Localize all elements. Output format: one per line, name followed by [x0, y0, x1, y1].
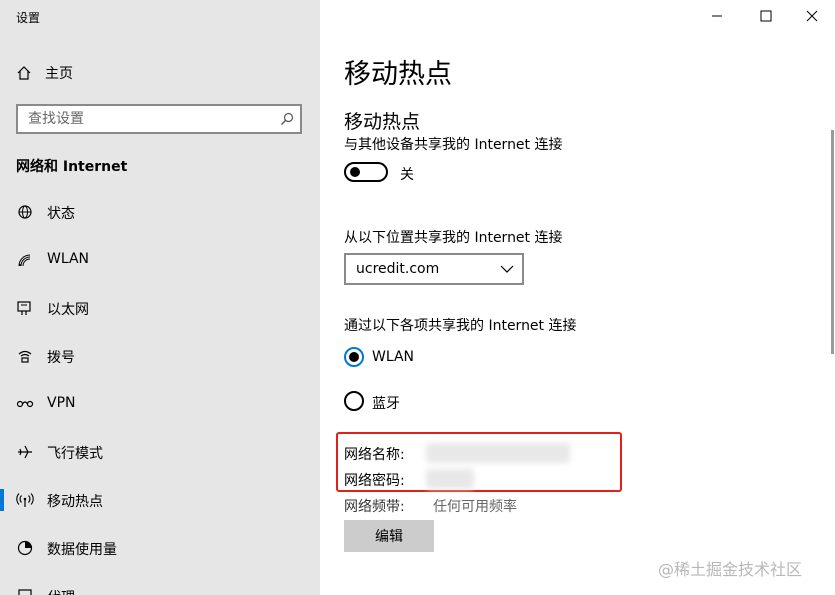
home-label: 主页	[45, 66, 73, 82]
chevron-down-icon	[500, 265, 514, 273]
toggle-state-label: 关	[400, 167, 414, 183]
main-panel: 移动热点 移动热点 与其他设备共享我的 Internet 连接 关 从以下位置共…	[320, 0, 835, 595]
sidebar-item-data-usage[interactable]: 数据使用量	[0, 528, 320, 568]
airplane-icon	[18, 445, 32, 459]
network-name-label: 网络名称:	[344, 447, 405, 463]
search-input[interactable]	[18, 106, 268, 132]
hotspot-toggle[interactable]	[344, 162, 388, 182]
sidebar-item-vpn[interactable]: VPN	[0, 384, 320, 424]
vpn-icon	[16, 400, 34, 408]
status-icon	[18, 205, 32, 219]
share-from-dropdown[interactable]: ucredit.com	[344, 253, 524, 285]
sidebar-item-label: 移动热点	[47, 494, 103, 510]
home-nav-item[interactable]: 主页	[16, 62, 73, 84]
sidebar-item-label: 状态	[47, 206, 75, 222]
sidebar-item-dialup[interactable]: 拨号	[0, 336, 320, 376]
sidebar-item-ethernet[interactable]: 以太网	[0, 288, 320, 328]
wlan-icon	[18, 254, 31, 267]
radio-wlan[interactable]	[344, 347, 364, 367]
toggle-knob	[350, 167, 360, 177]
sidebar-item-label: 以太网	[47, 302, 89, 318]
close-icon[interactable]	[802, 6, 822, 26]
radio-label-wlan: WLAN	[372, 349, 415, 365]
radio-bluetooth[interactable]	[344, 391, 364, 411]
scrollbar[interactable]	[831, 130, 834, 354]
sidebar-item-label: VPN	[47, 395, 76, 411]
network-password-value-redacted	[426, 469, 474, 489]
sidebar-item-label: 数据使用量	[47, 542, 117, 558]
sidebar-item-wlan[interactable]: WLAN	[0, 240, 320, 280]
band-value: 任何可用频率	[433, 499, 517, 515]
sidebar-item-label: WLAN	[47, 251, 90, 267]
sidebar-item-status[interactable]: 状态	[0, 192, 320, 232]
maximize-icon[interactable]	[756, 6, 776, 26]
sidebar-item-label: 拨号	[47, 350, 75, 366]
radio-dot	[349, 352, 359, 362]
dropdown-value: ucredit.com	[356, 261, 440, 277]
section-heading: 网络和 Internet	[16, 159, 128, 175]
page-title: 移动热点	[344, 59, 452, 90]
sidebar-item-hotspot[interactable]: 移动热点	[0, 480, 320, 520]
dialup-icon	[18, 350, 32, 363]
watermark: @稀土掘金技术社区	[658, 560, 803, 579]
sidebar-item-airplane[interactable]: 飞行模式	[0, 432, 320, 472]
sidebar-item-label: 代理	[47, 587, 75, 595]
sidebar-item-proxy[interactable]: 代理	[0, 576, 320, 595]
proxy-icon	[18, 589, 32, 595]
band-label: 网络频带:	[344, 499, 405, 515]
window-title: 设置	[16, 11, 41, 25]
share-description: 与其他设备共享我的 Internet 连接	[344, 137, 563, 153]
section-subtitle: 移动热点	[344, 111, 421, 133]
sidebar-item-label: 飞行模式	[47, 446, 103, 462]
ethernet-icon	[17, 301, 31, 315]
data-usage-icon	[17, 540, 33, 556]
hotspot-icon	[16, 493, 34, 507]
network-password-label: 网络密码:	[344, 473, 405, 489]
home-icon	[17, 66, 31, 80]
share-over-label: 通过以下各项共享我的 Internet 连接	[344, 318, 577, 334]
sidebar: 设置 主页 网络和 Internet 状态 WLAN	[0, 0, 320, 595]
search-icon[interactable]	[280, 112, 294, 126]
active-indicator	[0, 489, 4, 511]
share-from-label: 从以下位置共享我的 Internet 连接	[344, 230, 563, 246]
search-box[interactable]	[16, 104, 302, 134]
radio-label-bluetooth: 蓝牙	[372, 396, 400, 412]
network-name-value-redacted	[426, 443, 570, 463]
edit-button[interactable]: 编辑	[344, 520, 434, 552]
minimize-icon[interactable]	[707, 6, 727, 26]
